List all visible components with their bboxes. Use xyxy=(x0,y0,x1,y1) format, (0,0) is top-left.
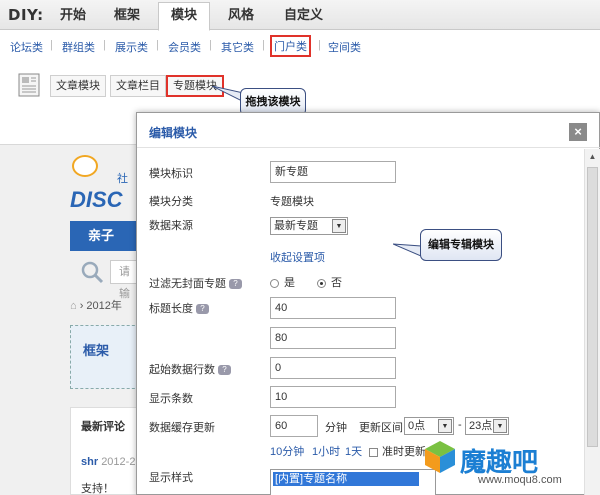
category-space[interactable]: 空间类 xyxy=(328,39,361,55)
category-member[interactable]: 会员类 xyxy=(168,39,201,55)
help-icon[interactable]: ? xyxy=(218,365,231,376)
chevron-down-icon: ▼ xyxy=(438,419,452,433)
cache-unit: 分钟 xyxy=(325,422,347,434)
diy-frame[interactable]: 框架 xyxy=(70,325,140,389)
frame-label: 框架 xyxy=(83,343,110,358)
exact-update-checkbox[interactable]: 准时更新 xyxy=(369,443,426,459)
category-portal[interactable]: 门户类 xyxy=(270,35,311,57)
display-style-label: 显示样式 xyxy=(149,472,193,484)
separator: | xyxy=(103,39,106,51)
tab-module[interactable]: 模块 xyxy=(158,2,211,31)
help-icon[interactable]: ? xyxy=(196,304,209,315)
document-icon xyxy=(18,73,40,97)
diy-toolbar: DIY: 开始 框架 模块 风格 自定义 xyxy=(0,0,600,31)
scrollbar[interactable]: ▲ xyxy=(584,149,600,495)
checkbox-icon xyxy=(369,447,378,457)
data-source-select[interactable]: 最新专题 ▼ xyxy=(270,217,348,235)
home-icon: ⌂ xyxy=(70,300,80,312)
separator: | xyxy=(262,39,265,51)
data-source-label: 数据来源 xyxy=(149,220,193,232)
range-to-select[interactable]: 23点 ▼ xyxy=(465,417,509,435)
separator: | xyxy=(156,39,159,51)
scroll-up-icon[interactable]: ▲ xyxy=(585,149,600,165)
range-dash: - xyxy=(458,419,462,431)
start-row-input[interactable]: 0 xyxy=(270,357,396,379)
comment-user[interactable]: shr xyxy=(81,456,98,468)
watermark-logo-icon xyxy=(425,441,455,473)
watermark-url: www.moqu8.com xyxy=(478,474,562,486)
category-forum[interactable]: 论坛类 xyxy=(10,39,43,55)
range-to-value: 23点 xyxy=(469,420,493,432)
chevron-down-icon: ▼ xyxy=(493,419,507,433)
category-other[interactable]: 其它类 xyxy=(221,39,254,55)
category-display[interactable]: 展示类 xyxy=(115,39,148,55)
help-icon[interactable]: ? xyxy=(229,279,242,290)
start-row-label: 起始数据行数? xyxy=(149,361,231,377)
edit-callout: 编辑专辑模块 xyxy=(420,229,502,261)
divider xyxy=(137,147,600,148)
module-category-label: 模块分类 xyxy=(149,196,193,208)
logo-bubble-icon xyxy=(72,155,98,177)
display-style-listbox[interactable]: [内置]专题名称 xyxy=(270,469,436,495)
range-from-select[interactable]: 0点 ▼ xyxy=(404,417,454,435)
diy-label: DIY: xyxy=(8,6,44,24)
filter-no-radio[interactable]: 否 xyxy=(317,274,342,290)
site-logo: DISC xyxy=(70,187,123,212)
tab-frame[interactable]: 框架 xyxy=(110,6,144,30)
close-icon[interactable]: × xyxy=(569,123,587,141)
filter-yes-radio[interactable]: 是 xyxy=(270,274,295,290)
category-bar: 论坛类 | 群组类 | 展示类 | 会员类 | 其它类 | 门户类 | 空间类 xyxy=(0,31,600,59)
comment-text: 支持！ xyxy=(81,483,114,495)
display-style-option[interactable]: [内置]专题名称 xyxy=(273,472,419,486)
module-id-label: 模块标识 xyxy=(149,168,193,180)
update-range-label: 更新区间 xyxy=(359,422,403,434)
module-category-value: 专题模块 xyxy=(270,196,314,208)
separator: | xyxy=(50,39,53,51)
category-group[interactable]: 群组类 xyxy=(62,39,95,55)
separator: | xyxy=(209,39,212,51)
title-length-label: 标题长度? xyxy=(149,300,209,316)
cache-update-label: 数据缓存更新 xyxy=(149,422,215,434)
title-length-input[interactable]: 40 xyxy=(270,297,396,319)
data-source-value: 最新专题 xyxy=(274,220,318,232)
filter-no-cover-label: 过滤无封面专题? xyxy=(149,275,242,291)
range-from-value: 0点 xyxy=(408,420,426,432)
tab-custom[interactable]: 自定义 xyxy=(280,6,327,30)
collapse-settings-link[interactable]: 收起设置项 xyxy=(270,249,325,265)
scrollbar-thumb[interactable] xyxy=(587,167,598,447)
dialog-title: 编辑模块 xyxy=(149,126,198,140)
module-article-column-button[interactable]: 文章栏目 xyxy=(110,75,166,97)
breadcrumb: ⌂ › 2012年 xyxy=(70,300,122,312)
radio-icon xyxy=(270,278,279,288)
search-icon xyxy=(81,261,104,284)
module-id-input[interactable]: 新专题 xyxy=(270,161,396,183)
tab-style[interactable]: 风格 xyxy=(224,6,258,30)
edit-module-dialog: 编辑模块 × 模块标识 新专题 模块分类 专题模块 数据来源 最新专题 ▼ 收起… xyxy=(136,112,600,495)
display-count-label: 显示条数 xyxy=(149,393,193,405)
quick-1day-link[interactable]: 1天 xyxy=(345,443,362,459)
quick-10min-link[interactable]: 10分钟 xyxy=(270,443,304,459)
tab-start[interactable]: 开始 xyxy=(56,6,90,30)
comments-title: 最新评论 xyxy=(81,421,125,433)
separator: | xyxy=(318,39,321,51)
summary-length-input[interactable]: 80 xyxy=(270,327,396,349)
logo-subtext: 社 xyxy=(117,173,128,185)
comment-date: 2012-2- xyxy=(101,456,140,468)
display-count-input[interactable]: 10 xyxy=(270,386,396,408)
module-article-button[interactable]: 文章模块 xyxy=(50,75,106,97)
nav-item-parenting[interactable]: 亲子 xyxy=(70,221,140,251)
comment-meta: shr 2012-2- xyxy=(81,456,139,468)
quick-1hour-link[interactable]: 1小时 xyxy=(312,443,340,459)
radio-selected-icon xyxy=(317,278,326,288)
chevron-down-icon: ▼ xyxy=(332,219,346,233)
latest-comments-panel: 最新评论 shr 2012-2- 支持！ xyxy=(70,407,140,495)
callout-pointer xyxy=(393,243,422,257)
cache-minutes-input[interactable]: 60 xyxy=(270,415,318,437)
